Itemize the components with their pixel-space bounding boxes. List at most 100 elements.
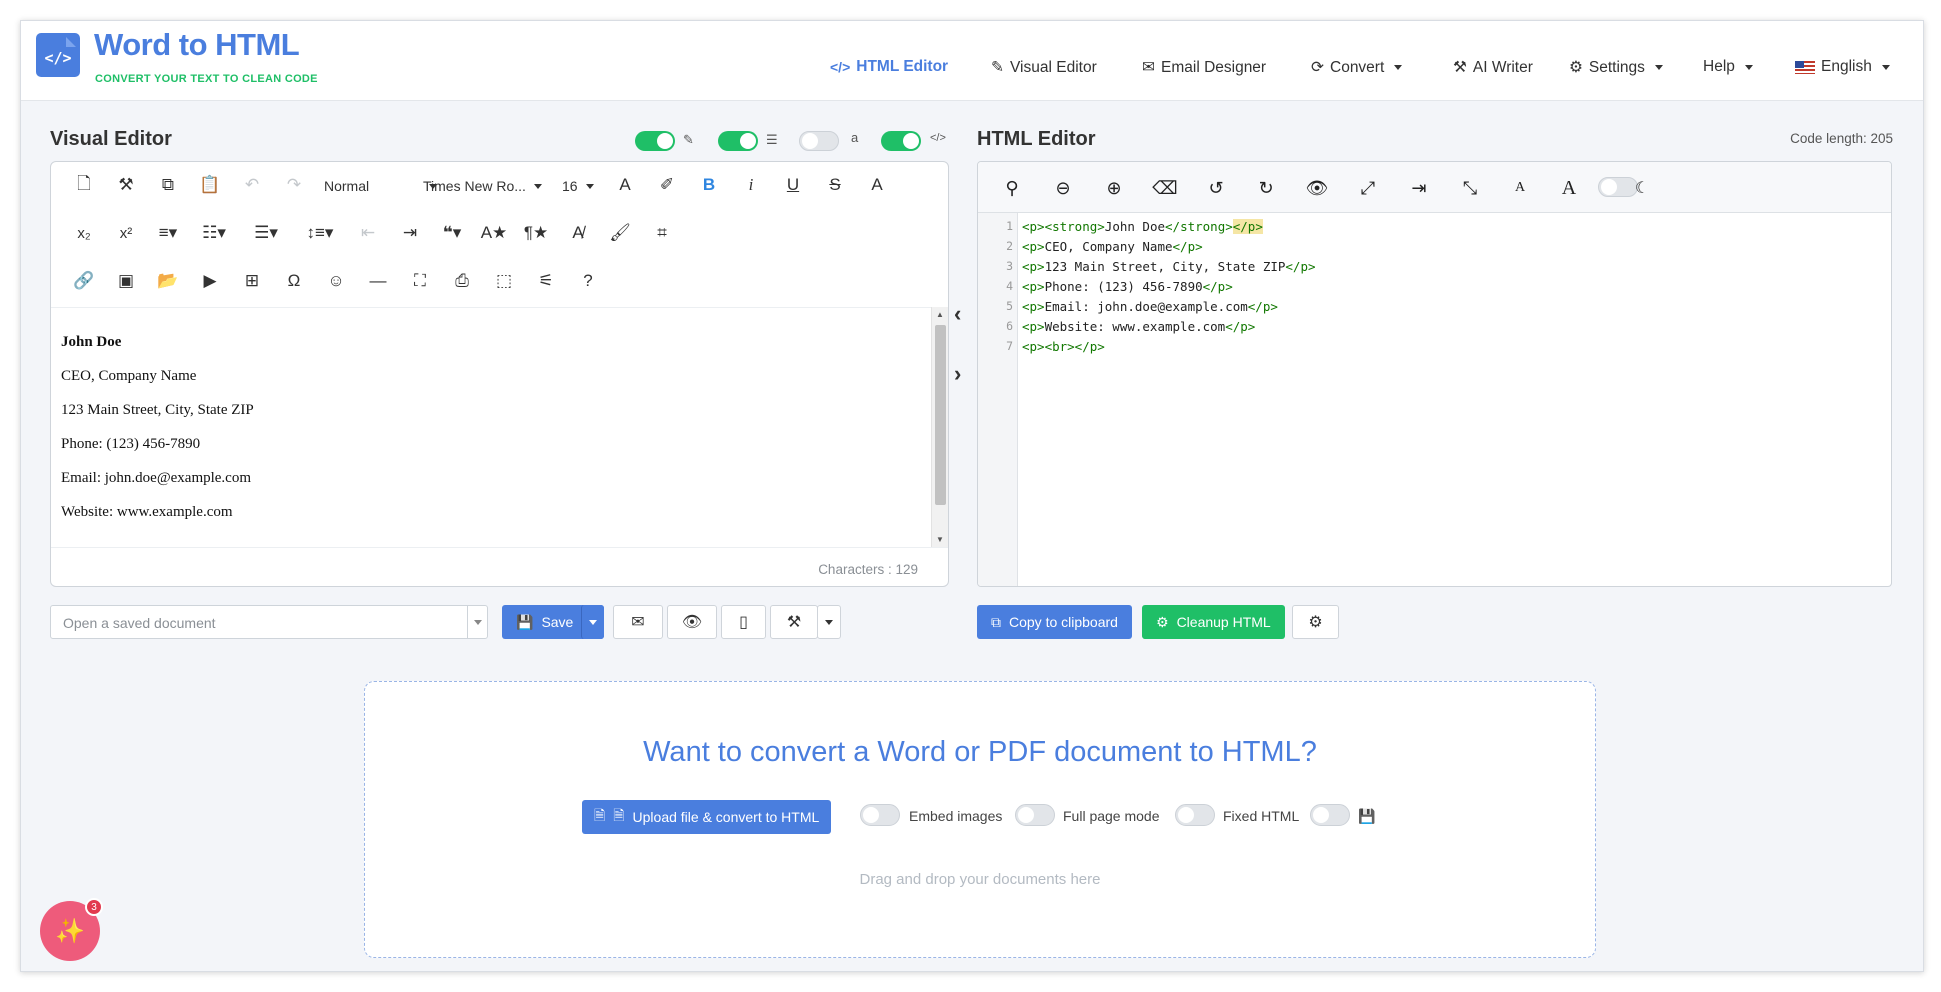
undo-icon[interactable]: ↺ <box>1202 174 1230 202</box>
toggle-options[interactable] <box>718 131 758 151</box>
unordered-list-icon[interactable]: ☰▾ <box>251 218 281 248</box>
settings-button[interactable]: ⚙ <box>1292 605 1339 639</box>
nav-html-editor[interactable]: </> HTML Editor <box>830 58 948 76</box>
fullscreen-icon[interactable]: ⛶ <box>405 266 435 296</box>
scroll-down-icon[interactable]: ▼ <box>936 535 944 544</box>
font-smaller-icon[interactable]: A <box>1506 174 1534 202</box>
nav-visual-editor[interactable]: ✎ Visual Editor <box>991 58 1097 77</box>
indent-icon[interactable]: ⇥ <box>1405 174 1433 202</box>
full-page-mode-toggle[interactable] <box>1015 804 1055 826</box>
toggle-amazon[interactable] <box>799 131 839 151</box>
font-family-select[interactable]: Times New Ro... <box>423 178 542 194</box>
font-size-select[interactable]: 16 <box>562 178 594 194</box>
help-icon[interactable]: ? <box>573 266 603 296</box>
fixed-html-toggle[interactable] <box>1175 804 1215 826</box>
cleanup-html-button[interactable]: ⚙ Cleanup HTML <box>1142 605 1285 639</box>
bold-icon[interactable]: B <box>694 170 724 200</box>
indent-icon[interactable]: ⇥ <box>395 218 425 248</box>
upload-convert-button[interactable]: 🗎 🗎 Upload file & convert to HTML <box>582 800 832 834</box>
ordered-list-icon[interactable]: ☷▾ <box>199 218 229 248</box>
paste-icon[interactable]: 📋 <box>195 170 225 200</box>
logo-icon[interactable]: </> <box>36 33 80 77</box>
brand-title[interactable]: Word to HTML <box>94 27 300 63</box>
expand-icon[interactable]: ⤢ <box>1354 174 1382 202</box>
copy-icon[interactable]: ⧉ <box>153 170 183 200</box>
align-icon[interactable]: ≡▾ <box>153 218 183 248</box>
html-editor-toolbar: ⚲ ⊖ ⊕ ⌫ ↺ ↻ 👁 ⤢ ⇥ ⤡ A A ☾ <box>978 162 1891 213</box>
nav-convert[interactable]: ⟳ Convert <box>1311 58 1403 77</box>
toggle-code[interactable] <box>881 131 921 151</box>
redo-icon[interactable]: ↷ <box>279 170 309 200</box>
link-icon[interactable]: 🔗 <box>69 266 99 296</box>
editor-scrollbar[interactable]: ▲ ▼ <box>931 307 948 547</box>
text-style-icon[interactable]: A★ <box>479 218 509 248</box>
open-document-select[interactable]: Open a saved document <box>50 605 488 639</box>
email-button[interactable]: ✉ <box>613 605 663 639</box>
toggle-edit[interactable] <box>635 131 675 151</box>
code-view-icon[interactable]: ⌗ <box>647 218 677 248</box>
nav-ai-writer[interactable]: ⚒ AI Writer <box>1453 58 1533 77</box>
folder-open-icon[interactable]: 📂 <box>153 266 183 296</box>
brush-icon[interactable]: 🖌 <box>605 218 635 248</box>
quote-icon[interactable]: ❝▾ <box>437 218 467 248</box>
emoji-icon[interactable]: ☺ <box>321 266 351 296</box>
eraser-icon[interactable]: A̸ <box>563 218 593 248</box>
code-area[interactable]: <p><strong>John Doe</strong></p> <p>CEO,… <box>1019 213 1891 586</box>
eraser-icon[interactable]: ⌫ <box>1151 174 1179 202</box>
video-icon[interactable]: ▶ <box>195 266 225 296</box>
chevron-right-icon[interactable]: › <box>954 361 961 387</box>
preview-button[interactable]: 👁 <box>667 605 717 639</box>
magic-button[interactable]: ⚒ <box>770 605 818 639</box>
zoom-in-icon[interactable]: ⊕ <box>1100 174 1128 202</box>
scrollbar-thumb[interactable] <box>935 325 946 505</box>
text-color-icon[interactable]: A <box>610 170 640 200</box>
select-all-icon[interactable]: ⬚ <box>489 266 519 296</box>
nav-email-designer[interactable]: ✉ Email Designer <box>1142 58 1266 77</box>
paragraph-style-icon[interactable]: ¶★ <box>521 218 551 248</box>
image-icon[interactable]: ▣ <box>111 266 141 296</box>
nav-settings[interactable]: ⚙ Settings <box>1569 58 1663 77</box>
block-format-select[interactable]: Normal <box>324 178 438 194</box>
upload-dropzone[interactable]: Want to convert a Word or PDF document t… <box>364 681 1596 958</box>
magic-dropdown-button[interactable] <box>817 605 841 639</box>
sliders-icon: ☰ <box>766 132 778 147</box>
strikethrough-icon[interactable]: S <box>820 170 850 200</box>
special-char-icon[interactable]: Ω <box>279 266 309 296</box>
clear-format-icon[interactable]: A <box>862 170 892 200</box>
highlight-icon[interactable]: ✐ <box>652 170 682 200</box>
undo-icon[interactable]: ↶ <box>237 170 267 200</box>
save-option-toggle[interactable] <box>1310 804 1350 826</box>
table-icon[interactable]: ⊞ <box>237 266 267 296</box>
open-document-placeholder: Open a saved document <box>63 615 216 631</box>
scroll-up-icon[interactable]: ▲ <box>936 310 944 319</box>
print-icon[interactable]: ⎙ <box>447 266 477 296</box>
new-document-icon[interactable]: 🗋 <box>69 170 99 200</box>
eye-icon[interactable]: 👁 <box>1303 174 1331 202</box>
underline-icon[interactable]: U <box>778 170 808 200</box>
italic-icon[interactable]: i <box>736 170 766 200</box>
moon-icon: ☾ <box>1634 180 1650 197</box>
zoom-out-icon[interactable]: ⊖ <box>1049 174 1077 202</box>
copy-clipboard-button[interactable]: ⧉ Copy to clipboard <box>977 605 1132 639</box>
superscript-icon[interactable]: x² <box>111 218 141 248</box>
sliders-icon[interactable]: ⚟ <box>531 266 561 296</box>
visual-editor-content[interactable]: John Doe CEO, Company Name 123 Main Stre… <box>51 307 931 547</box>
mobile-preview-button[interactable]: ▯ <box>721 605 766 639</box>
search-icon[interactable]: ⚲ <box>998 174 1026 202</box>
chevron-left-icon[interactable]: ‹ <box>954 301 961 327</box>
redo-icon[interactable]: ↻ <box>1252 174 1280 202</box>
horizontal-line-icon[interactable]: — <box>363 266 393 296</box>
nav-help[interactable]: Help <box>1703 58 1753 76</box>
subscript-icon[interactable]: x₂ <box>69 218 99 248</box>
upload-title: Want to convert a Word or PDF document t… <box>643 736 1317 768</box>
outdent-icon[interactable]: ⇤ <box>353 218 383 248</box>
save-dropdown-button[interactable] <box>581 605 604 639</box>
magic-wand-icon: ⚒ <box>786 614 802 631</box>
magic-wand-icon[interactable]: ⚒ <box>111 170 141 200</box>
content-line: Email: john.doe@example.com <box>61 470 252 486</box>
line-height-icon[interactable]: ↕≡▾ <box>305 218 335 248</box>
embed-images-toggle[interactable] <box>860 804 900 826</box>
font-larger-icon[interactable]: A <box>1555 174 1583 202</box>
compress-icon[interactable]: ⤡ <box>1456 174 1484 202</box>
nav-language[interactable]: English <box>1795 58 1890 76</box>
